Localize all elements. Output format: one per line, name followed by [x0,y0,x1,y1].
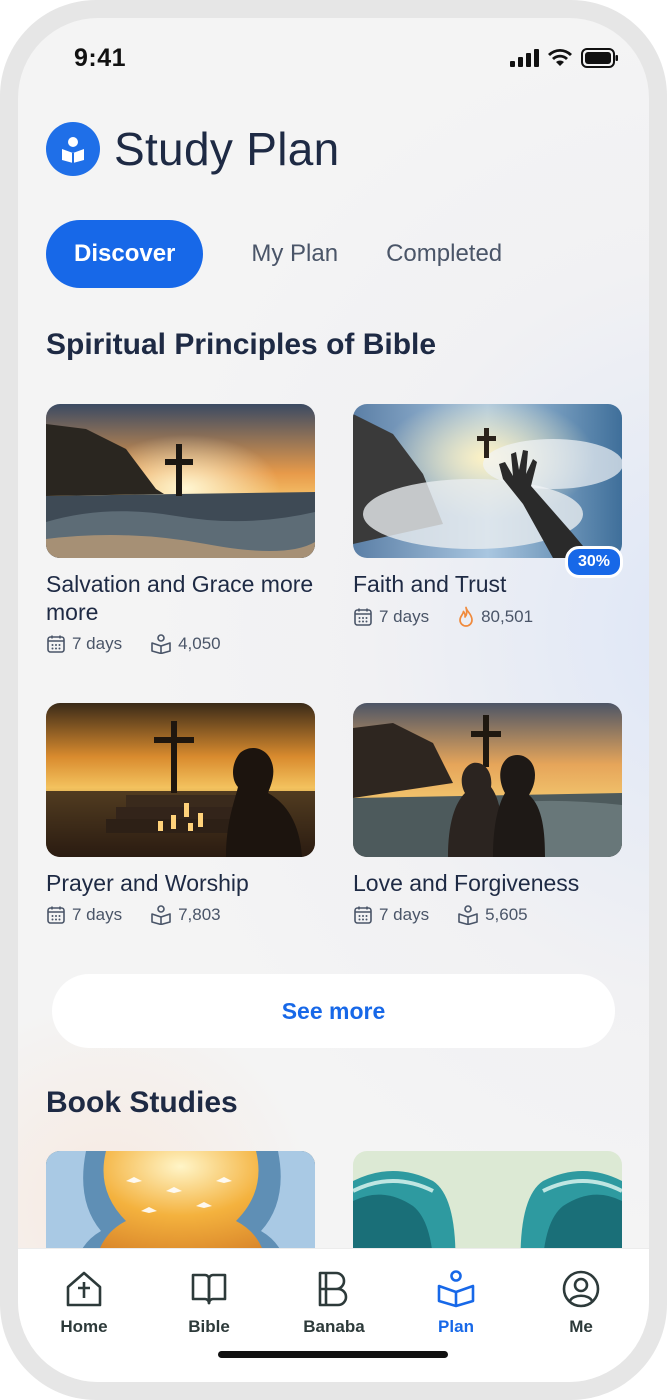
nav-label: Bible [188,1317,230,1336]
calendar-icon [47,906,65,924]
tab-my-plan[interactable]: My Plan [227,220,362,288]
nav-label: Plan [438,1317,474,1336]
banaba-logo-icon [318,1271,348,1307]
flame-icon [459,606,473,627]
plan-reader-count: 5,605 [485,905,528,924]
plan-icon [437,1270,475,1308]
reader-icon [458,905,478,925]
signal-icon [510,49,539,67]
book-icon [191,1273,227,1305]
plan-title: Prayer and Worship [46,870,249,896]
nav-item-banaba[interactable]: Banaba [284,1269,384,1337]
plan-thumbnail [46,703,315,857]
home-cross-icon [66,1271,102,1307]
plan-thumbnail [353,703,622,857]
plan-days: 7 days [379,607,430,626]
plan-days: 7 days [72,905,123,924]
nav-item-me[interactable]: Me [531,1269,631,1337]
tab-bar: Discover My Plan Completed [46,220,526,288]
battery-icon [581,48,618,68]
nav-label: Home [60,1317,108,1336]
user-icon [562,1270,600,1308]
plan-days: 7 days [72,634,123,653]
plan-reader-count: 7,803 [178,905,221,924]
plan-days: 7 days [379,905,430,924]
plan-card[interactable]: Prayer and Worship 7 days 7,803 [46,703,315,925]
section-title-spiritual: Spiritual Principles of Bible [46,328,437,361]
wifi-icon [548,49,572,66]
home-indicator[interactable] [218,1351,448,1358]
nav-item-bible[interactable]: Bible [159,1269,259,1337]
plan-thumbnail [353,404,622,558]
plan-card[interactable]: Faith and Trust 7 days 80,501 [353,404,622,628]
tab-discover[interactable]: Discover [46,220,204,288]
plan-card[interactable]: Love and Forgiveness 7 days 5,605 [353,703,622,925]
plan-meta: 7 days 4,050 [46,634,315,654]
see-more-button[interactable]: See more [52,974,615,1048]
nav-item-plan[interactable]: Plan [406,1269,506,1337]
nav-label: Banaba [303,1317,365,1336]
calendar-icon [354,608,372,626]
status-time: 9:41 [74,44,127,72]
plan-meta: 7 days 5,605 [353,905,622,925]
plan-thumbnail [46,404,315,558]
section-title-book-studies: Book Studies [46,1086,238,1119]
plan-meta: 7 days 80,501 [353,606,622,628]
page-title: Study Plan [114,123,340,175]
plan-card[interactable]: Salvation and Grace more more 7 days 4,0… [46,404,315,654]
study-plan-logo-icon [46,122,100,176]
calendar-icon [354,906,372,924]
progress-badge: 30% [564,546,623,578]
plan-reader-count: 4,050 [178,634,221,653]
reader-icon [151,634,171,654]
status-icons [510,48,619,68]
calendar-icon [47,635,65,653]
plan-meta: 7 days 7,803 [46,905,315,925]
page-header: Study Plan [46,122,339,176]
screen: 9:41 Study Plan Discover My Plan Complet… [18,18,649,1382]
plan-reader-count: 80,501 [481,607,534,626]
bottom-nav: Home Bible Banaba Plan Me [18,1248,649,1382]
reader-icon [151,905,171,925]
tab-completed[interactable]: Completed [362,220,526,288]
plan-title: Salvation and Grace more more [46,571,314,625]
nav-item-home[interactable]: Home [34,1269,134,1337]
plan-title: Love and Forgiveness [353,870,580,896]
nav-label: Me [569,1317,593,1336]
